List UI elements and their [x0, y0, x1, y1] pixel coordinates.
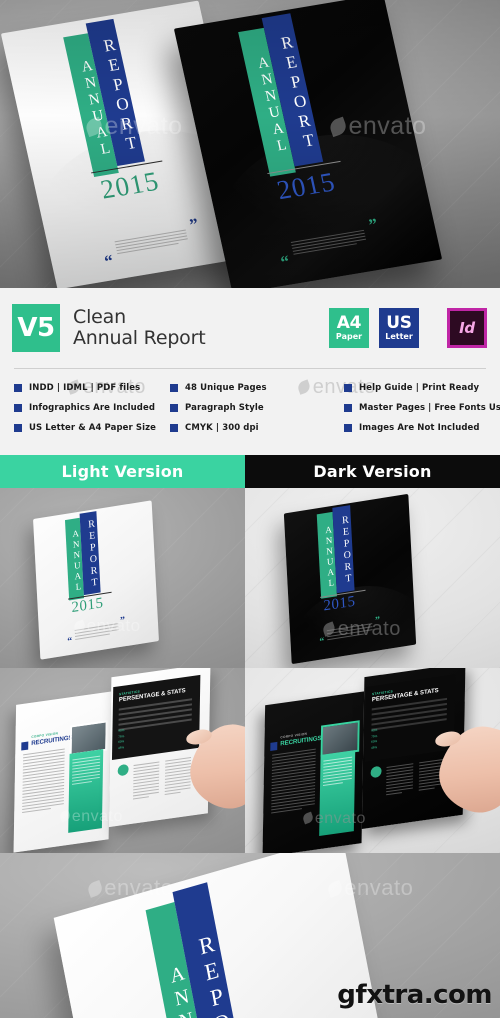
- light-spread-mockup: CORPO VISION RECRUITINGS ON LINE STATIST…: [0, 668, 245, 853]
- feature-label: CMYK | 300 dpi: [185, 423, 259, 433]
- cell4-stat-value: 45%: [371, 744, 378, 750]
- cell1-body-lines: [74, 623, 119, 642]
- bullet-square-icon: [344, 384, 353, 392]
- feature-item: INDD | IDML | PDF files: [14, 378, 156, 398]
- cell3-stats: 90% 75% 60% 45%: [118, 728, 124, 751]
- dark-spread-mockup: CORPO VISION RECRUITINGS ON LINE STATIST…: [245, 668, 500, 853]
- hero-vignette: [0, 0, 500, 288]
- bullet-square-icon: [344, 424, 353, 432]
- feature-item: US Letter & A4 Paper Size: [14, 418, 156, 438]
- us-badge-big: US: [386, 313, 412, 333]
- light-cover-mockup: ANNUAL REPORT 2015 “ ” envato: [0, 488, 245, 668]
- bullet-square-icon: [14, 404, 22, 412]
- cell4-left-page: CORPO VISION RECRUITINGS ON LINE: [262, 691, 365, 853]
- bullet-square-icon: [14, 424, 22, 432]
- feature-list: INDD | IDML | PDF files Infographics Are…: [0, 378, 500, 438]
- feature-item: Paragraph Style: [170, 398, 330, 418]
- cell1-quote-open: “: [67, 635, 73, 648]
- cell1-quote-close: ”: [119, 614, 126, 627]
- bullet-square-icon: [170, 424, 179, 432]
- cell2-quote-open: “: [319, 635, 325, 648]
- cell3-stat-value: 45%: [118, 744, 125, 750]
- a4-badge-small: Paper: [335, 332, 363, 341]
- bullet-square-icon: [170, 384, 179, 392]
- feature-item: 48 Unique Pages: [170, 378, 330, 398]
- cell1-band-report: REPORT: [79, 511, 101, 596]
- feature-column-2: 48 Unique Pages Paragraph Style CMYK | 3…: [156, 378, 330, 438]
- feature-label: Help Guide | Print Ready: [359, 383, 480, 393]
- gfxtra-watermark: gfxtra.com: [337, 980, 492, 1010]
- bottom-cover: ANNUAL REPORT: [53, 853, 383, 1018]
- feature-item: Master Pages | Free Fonts Used: [344, 398, 500, 418]
- feature-column-1: INDD | IDML | PDF files Infographics Are…: [0, 378, 156, 438]
- bullet-square-icon: [170, 404, 179, 412]
- feature-label: Master Pages | Free Fonts Used: [359, 403, 500, 413]
- feature-label: Images Are Not Included: [359, 423, 480, 433]
- card-header: V5 Clean Annual Report A4 Paper US Lette…: [0, 288, 500, 368]
- version-badge: V5: [12, 304, 60, 352]
- product-title: Clean Annual Report: [73, 306, 206, 349]
- cell4-stats: 90% 75% 60% 45%: [371, 728, 377, 751]
- light-version-label: Light Version: [61, 462, 184, 481]
- us-badge-small: Letter: [385, 332, 413, 341]
- product-title-line-2: Annual Report: [73, 327, 206, 349]
- cell3-spread: CORPO VISION RECRUITINGS ON LINE STATIST…: [13, 668, 211, 853]
- product-preview-page: ANNUAL REPORT 2015 “ ” ANNUAL REPORT 201…: [0, 0, 500, 1018]
- feature-label: INDD | IDML | PDF files: [29, 383, 141, 393]
- card-divider: [14, 368, 486, 369]
- feature-label: US Letter & A4 Paper Size: [29, 423, 157, 433]
- dark-version-label: Dark Version: [313, 462, 432, 481]
- indesign-badge-label: Id: [459, 318, 475, 337]
- cell1-year: 2015: [71, 595, 105, 617]
- dark-cover-mockup: ANNUAL REPORT 2015 “ ” envato: [245, 488, 500, 668]
- cell2-quote-close: ”: [374, 614, 381, 627]
- feature-label: 48 Unique Pages: [185, 383, 267, 393]
- cell1-cover: ANNUAL REPORT 2015 “ ”: [33, 500, 159, 660]
- info-card: envato envato V5 Clean Annual Report A4 …: [0, 288, 500, 455]
- hero-mockup: ANNUAL REPORT 2015 “ ” ANNUAL REPORT 201…: [0, 0, 500, 288]
- version-bar: Light Version Dark Version: [0, 455, 500, 488]
- feature-item: CMYK | 300 dpi: [170, 418, 330, 438]
- cell4-spread: CORPO VISION RECRUITINGS ON LINE STATIST…: [262, 668, 466, 853]
- product-title-line-1: Clean: [73, 306, 126, 328]
- format-badges: A4 Paper US Letter Id: [329, 308, 487, 348]
- indesign-badge: Id: [447, 308, 487, 348]
- feature-column-3: Help Guide | Print Ready Master Pages | …: [330, 378, 500, 438]
- bullet-square-icon: [14, 384, 22, 392]
- feature-label: Infographics Are Included: [29, 403, 156, 413]
- feature-item: Infographics Are Included: [14, 398, 156, 418]
- light-version-banner: Light Version: [0, 455, 245, 488]
- feature-item: Help Guide | Print Ready: [344, 378, 500, 398]
- a4-badge-big: A4: [336, 313, 362, 333]
- a4-badge: A4 Paper: [329, 308, 369, 348]
- feature-label: Paragraph Style: [185, 403, 264, 413]
- cell2-band-report: REPORT: [332, 505, 355, 594]
- cell3-right-page: STATISTICS PERSENTAGE & STATS 90% 75% 60…: [108, 668, 211, 828]
- cell2-cover: ANNUAL REPORT 2015 “ ”: [283, 493, 417, 665]
- us-letter-badge: US Letter: [379, 308, 419, 348]
- cell3-left-page: CORPO VISION RECRUITINGS ON LINE: [13, 691, 112, 853]
- bullet-square-icon: [344, 404, 353, 412]
- feature-item: Images Are Not Included: [344, 418, 500, 438]
- bottom-closeup-mockup: ANNUAL REPORT envato envato gfxtra.com: [0, 853, 500, 1018]
- dark-version-banner: Dark Version: [245, 455, 500, 488]
